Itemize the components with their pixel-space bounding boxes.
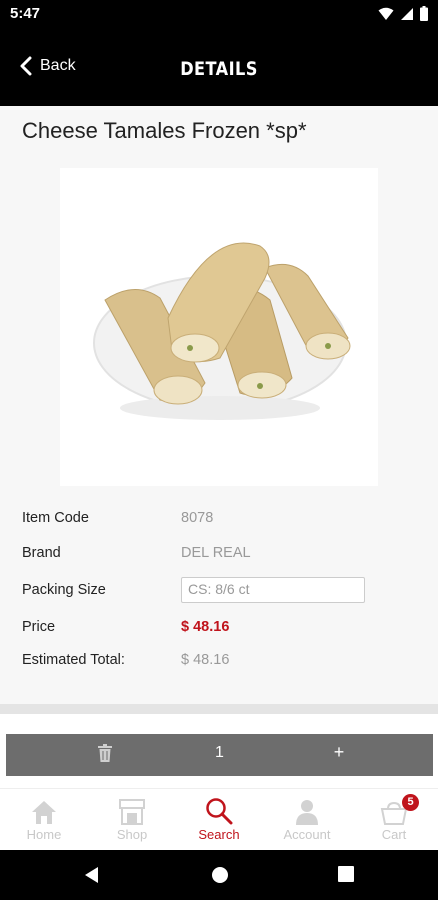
row-item-code: Item Code 8078 (22, 506, 418, 530)
status-icons (378, 6, 428, 21)
brand-label: Brand (22, 545, 61, 561)
estimated-total-label: Estimated Total: (22, 652, 125, 668)
row-brand: Brand DEL REAL (22, 541, 418, 565)
search-icon (206, 798, 233, 825)
nav-home-label: Home (26, 827, 62, 842)
wifi-icon (378, 7, 394, 20)
nav-search[interactable]: Search (175, 797, 263, 842)
divider (0, 704, 438, 714)
nav-account[interactable]: Account (263, 797, 351, 842)
bottom-nav: Home Shop Search Account 5 Cart (0, 788, 438, 850)
packing-size-label: Packing Size (22, 582, 106, 598)
account-icon (296, 800, 318, 825)
status-time: 5:47 (10, 5, 41, 22)
product-details: Cheese Tamales Frozen *sp* Item Code 807… (0, 106, 438, 706)
quantity-stepper: 1 + (6, 734, 433, 776)
nav-shop[interactable]: Shop (88, 797, 176, 842)
item-code-label: Item Code (22, 510, 89, 526)
nav-home[interactable]: Home (0, 797, 88, 842)
brand-value: DEL REAL (181, 545, 251, 561)
nav-cart[interactable]: 5 Cart (350, 794, 438, 842)
increment-button[interactable]: + (324, 742, 354, 763)
nav-search-label: Search (198, 827, 240, 842)
system-nav-bar (0, 850, 438, 900)
row-packing-size: Packing Size CS: 8/6 ct (22, 577, 418, 603)
home-icon (32, 801, 56, 824)
estimated-total-value: $ 48.16 (181, 652, 230, 668)
product-title: Cheese Tamales Frozen *sp* (22, 118, 307, 143)
price-value: $ 48.16 (181, 619, 230, 635)
battery-icon (420, 6, 428, 21)
status-bar: 5:47 (0, 0, 438, 28)
row-estimated-total: Estimated Total: $ 48.16 (22, 648, 418, 672)
item-code-value: 8078 (181, 510, 214, 526)
page-title: DETAILS (180, 58, 258, 80)
tamales-image (93, 242, 351, 420)
system-back-icon[interactable] (84, 866, 100, 889)
nav-cart-label: Cart (381, 827, 407, 842)
cart-count-badge: 5 (402, 794, 419, 811)
nav-shop-label: Shop (116, 827, 148, 842)
chevron-left-icon (20, 56, 32, 76)
price-label: Price (22, 619, 56, 635)
app-header: Back DETAILS (0, 28, 438, 106)
nav-account-label: Account (283, 827, 331, 842)
quantity-value: 1 (215, 744, 224, 761)
system-home-icon[interactable] (211, 866, 229, 889)
system-recents-icon[interactable] (338, 866, 354, 887)
packing-size-select[interactable]: CS: 8/6 ct (181, 577, 365, 603)
shop-icon (119, 799, 145, 825)
row-price: Price $ 48.16 (22, 615, 418, 639)
product-image (60, 168, 378, 486)
signal-icon (401, 7, 413, 20)
